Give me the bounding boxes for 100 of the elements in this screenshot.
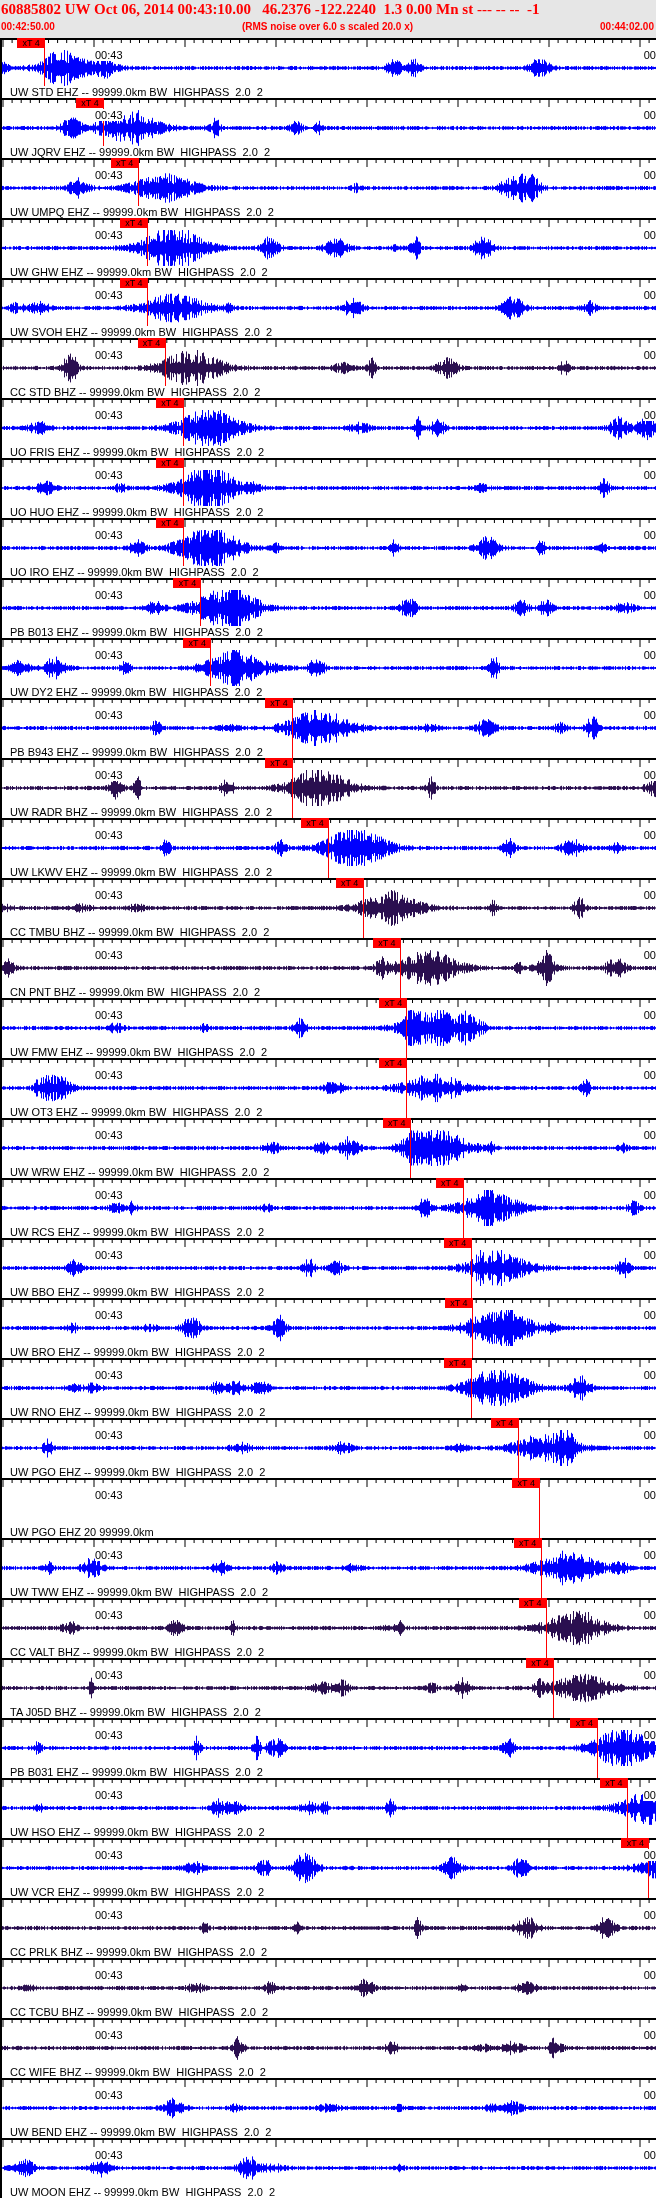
pick-flag: xT 4 [119, 218, 148, 228]
pick-flag: xT 4 [518, 1598, 547, 1608]
station-label: UW FMW EHZ -- 99999.0km BW HIGHPASS 2.0 2 [10, 1046, 268, 1058]
end-time: 00:44:02.00 [600, 20, 654, 34]
time-label: 00 [642, 2089, 656, 2101]
start-time: 00:42:50.00 [1, 20, 55, 34]
time-label: 00:43 [95, 109, 123, 121]
station-label: UW DY2 EHZ -- 99999.0km BW HIGHPASS 2.0 2 [10, 686, 263, 698]
time-label: 00 [642, 829, 656, 841]
station-label: CC TMBU BHZ -- 99999.0km BW HIGHPASS 2.0 2 [10, 926, 270, 938]
time-label: 00:43 [95, 1429, 123, 1441]
pick-flag: xT 4 [110, 158, 139, 168]
time-label: 00 [642, 1009, 656, 1021]
pick-flag: xT 4 [512, 1478, 541, 1488]
station-label: UW VCR EHZ -- 99999.0km BW HIGHPASS 2.0 2 [10, 1886, 265, 1898]
pick-flag: xT 4 [379, 1058, 408, 1068]
station-label: UW MOON EHZ -- 99999.0km BW HIGHPASS 2.0 2 [10, 2186, 276, 2198]
time-label: 00:43 [95, 1369, 123, 1381]
time-label: 00 [642, 709, 656, 721]
time-label: 00 [642, 1549, 656, 1561]
pick-flag: xT 4 [379, 998, 408, 1008]
pick-flag: xT 4 [335, 878, 364, 888]
time-label: 00 [642, 1249, 656, 1261]
pick-flag: xT 4 [372, 938, 401, 948]
pick-flag: xT 4 [76, 98, 104, 108]
pick-flag: xT 4 [17, 38, 46, 48]
time-label: 00:43 [95, 769, 123, 781]
station-label: CN PNT BHZ -- 99999.0km BW HIGHPASS 2.0 2 [10, 986, 261, 998]
station-label: CC TCBU BHZ -- 99999.0km BW HIGHPASS 2.0 2 [10, 2006, 269, 2018]
time-label: 00 [642, 1309, 656, 1321]
station-label: PB B031 EHZ -- 99999.0km BW HIGHPASS 2.0 2 [10, 1766, 263, 1778]
time-label: 00:43 [95, 1489, 123, 1501]
pick-flag: xT 4 [265, 698, 293, 708]
pick-flag: xT 4 [599, 1778, 628, 1788]
pick-flag: xT 4 [137, 338, 166, 348]
time-label: 00:43 [95, 469, 123, 481]
station-label: UW BRO EHZ -- 99999.0km BW HIGHPASS 2.0 2 [10, 1346, 265, 1358]
station-label: PB B013 EHZ -- 99999.0km BW HIGHPASS 2.0 2 [10, 626, 263, 638]
time-label: 00:43 [95, 229, 123, 241]
time-label: 00:43 [95, 1849, 123, 1861]
time-label: 00 [642, 769, 656, 781]
time-label: 00:43 [95, 1609, 123, 1621]
station-label: UW RCS EHZ -- 99999.0km BW HIGHPASS 2.0 2 [10, 1226, 265, 1238]
pick-flag: xT 4 [444, 1298, 473, 1308]
time-label: 00:43 [95, 1129, 123, 1141]
station-label: UW OT3 EHZ -- 99999.0km BW HIGHPASS 2.0 2 [10, 1106, 263, 1118]
time-label: 00 [642, 589, 656, 601]
station-label: CC STD BHZ -- 99999.0km BW HIGHPASS 2.0 2 [10, 386, 261, 398]
time-label: 00 [642, 529, 656, 541]
station-label: UW UMPQ EHZ -- 99999.0km BW HIGHPASS 2.0 2 [10, 206, 274, 218]
time-label: 00:43 [95, 709, 123, 721]
time-label: 00 [642, 1429, 656, 1441]
time-label: 00 [642, 949, 656, 961]
time-label: 00 [642, 2029, 656, 2041]
scale-note: (RMS noise over 6.0 s scaled 20.0 x) [241, 20, 414, 34]
time-label: 00 [642, 1129, 656, 1141]
pick-flag: xT 4 [155, 458, 184, 468]
time-label: 00 [642, 2149, 656, 2161]
time-label: 00 [642, 1789, 656, 1801]
pick-flag: xT 4 [513, 1538, 542, 1548]
time-label: 00 [642, 469, 656, 481]
station-label: UW RADR BHZ -- 99999.0km BW HIGHPASS 2.0 2 [10, 806, 273, 818]
pick-flag: xT 4 [265, 758, 293, 768]
time-label: 00 [642, 1609, 656, 1621]
station-label: CC VALT BHZ -- 99999.0km BW HIGHPASS 2.0 2 [10, 1646, 265, 1658]
station-label: UO FRIS EHZ -- 99999.0km BW HIGHPASS 2.0 2 [10, 446, 265, 458]
pick-flag: xT 4 [119, 278, 148, 288]
pick-flag: xT 4 [570, 1718, 599, 1728]
pick-flag: xT 4 [382, 1118, 411, 1128]
time-label: 00 [642, 1969, 656, 1981]
event-title: 60885802 UW Oct 06, 2014 00:43:10.00 46.2376 -122.2240 1.3 0.00 Mn st --- -- -- -1 [1, 0, 541, 19]
time-label: 00:43 [95, 169, 123, 181]
time-label: 00 [642, 1189, 656, 1201]
time-label: 00 [642, 889, 656, 901]
time-label: 00:43 [95, 529, 123, 541]
station-label: UW PGO EHZ 20 99999.0km [10, 1526, 154, 1538]
time-label: 00:43 [95, 829, 123, 841]
station-label: UW BBO EHZ -- 99999.0km BW HIGHPASS 2.0 2 [10, 1286, 265, 1298]
pick-flag: xT 4 [173, 578, 202, 588]
time-label: 00 [642, 409, 656, 421]
station-label: UO HUO EHZ -- 99999.0km BW HIGHPASS 2.0 2 [10, 506, 264, 518]
station-label: UW GHW EHZ -- 99999.0km BW HIGHPASS 2.0 2 [10, 266, 268, 278]
time-label: 00:43 [95, 409, 123, 421]
station-label: UW RNO EHZ -- 99999.0km BW HIGHPASS 2.0 2 [10, 1406, 266, 1418]
station-label: TA J05D BHZ -- 99999.0km BW HIGHPASS 2.0 2 [10, 1706, 261, 1718]
pick-flag: xT 4 [435, 1178, 464, 1188]
time-label: 00:43 [95, 2089, 123, 2101]
time-label: 00:43 [95, 1669, 123, 1681]
time-label: 00:43 [95, 1009, 123, 1021]
time-label: 00:43 [95, 2149, 123, 2161]
time-label: 00:43 [95, 1729, 123, 1741]
pick-flag: xT 4 [525, 1658, 554, 1668]
time-label: 00 [642, 1849, 656, 1861]
time-label: 00:43 [95, 649, 123, 661]
station-label: UO IRO EHZ -- 99999.0km BW HIGHPASS 2.0 2 [10, 566, 259, 578]
time-label: 00 [642, 349, 656, 361]
time-label: 00 [642, 109, 656, 121]
pick-flag: xT 4 [443, 1238, 472, 1248]
time-label: 00 [642, 1369, 656, 1381]
time-label: 00:43 [95, 289, 123, 301]
